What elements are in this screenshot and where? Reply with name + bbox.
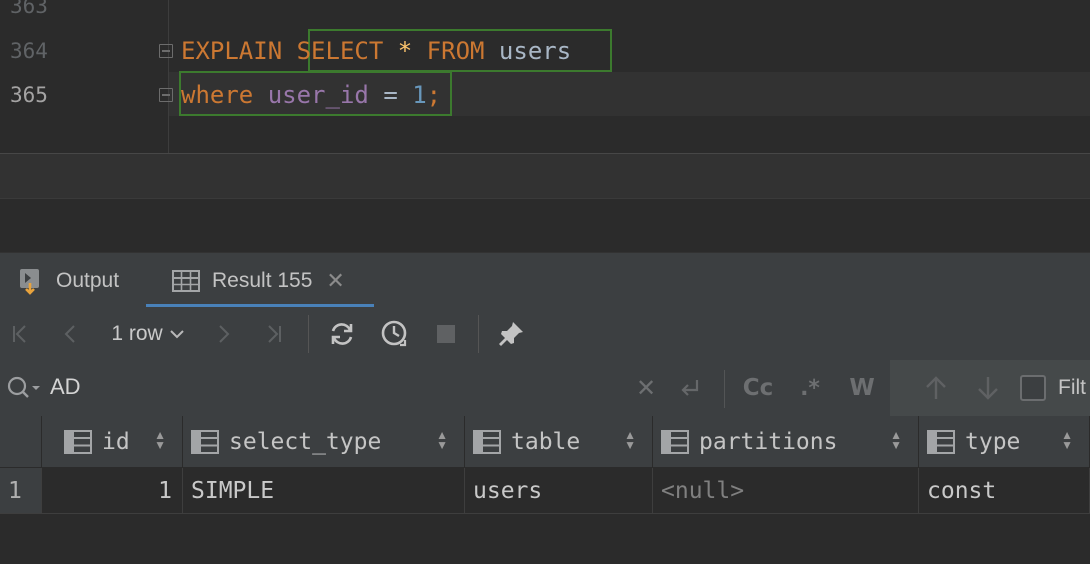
new-line-icon[interactable] <box>672 360 708 416</box>
sort-icon[interactable]: ▲ ▼ <box>154 429 166 451</box>
column-header-partitions[interactable]: partitions ▲ ▼ <box>653 416 919 468</box>
previous-occurrence-icon[interactable] <box>916 360 956 416</box>
column-header-id[interactable]: id ▲ ▼ <box>42 416 183 468</box>
row-number-header <box>0 416 42 468</box>
column-icon <box>473 429 501 454</box>
whole-word-toggle[interactable]: W <box>842 360 882 416</box>
tab-output[interactable]: Output <box>18 253 146 308</box>
keyword: EXPLAIN <box>181 37 283 65</box>
keyword: where <box>181 81 254 109</box>
table-grid-icon <box>172 269 200 292</box>
column-name: id <box>102 428 130 455</box>
fold-collapse-icon[interactable] <box>159 44 173 58</box>
table-cell-null[interactable]: <null> <box>653 468 919 514</box>
previous-page-icon[interactable] <box>56 307 84 360</box>
line-number: 364 <box>10 39 48 63</box>
keyword: SELECT <box>296 37 384 65</box>
operator: * <box>397 37 413 65</box>
column-name: select_type <box>229 428 382 455</box>
operator: = <box>383 81 398 109</box>
stop-icon[interactable] <box>432 307 460 360</box>
sort-icon[interactable]: ▲ ▼ <box>624 429 636 451</box>
refresh-icon[interactable] <box>326 307 358 360</box>
search-field-container: AD ✕ Cc .* W <box>0 360 890 416</box>
pin-tab-icon[interactable] <box>494 307 528 360</box>
output-console-icon <box>18 267 44 295</box>
fold-collapse-icon[interactable] <box>159 88 173 102</box>
table-cell[interactable]: 1 <box>42 468 183 514</box>
column-name: table <box>511 428 581 455</box>
sql-editor[interactable]: 363 364 365 EXPLAIN SELECT * FROM users … <box>0 0 1090 153</box>
history-clock-icon[interactable] <box>378 307 412 360</box>
table-cell[interactable]: SIMPLE <box>183 468 465 514</box>
last-page-icon[interactable] <box>260 307 288 360</box>
semicolon: ; <box>426 81 442 109</box>
next-page-icon[interactable] <box>210 307 238 360</box>
clear-search-icon[interactable]: ✕ <box>630 360 662 416</box>
chevron-down-icon <box>169 329 184 338</box>
close-icon[interactable]: ✕ <box>326 268 344 294</box>
line-number: 365 <box>10 83 48 107</box>
splitter-area[interactable] <box>0 198 1090 253</box>
filter-label: Filt <box>1058 376 1086 399</box>
search-bar: AD ✕ Cc .* W Filt <box>0 360 1090 417</box>
column-header-table[interactable]: table ▲ ▼ <box>465 416 653 468</box>
sort-icon[interactable]: ▲ ▼ <box>890 429 902 451</box>
result-grid[interactable]: id ▲ ▼ select_type ▲ ▼ table ▲ ▼ partitions… <box>0 416 1090 564</box>
results-toolbar: 1 row <box>0 307 1090 361</box>
code-line[interactable]: where user_id = 1; <box>181 75 441 115</box>
editor-gutter: 363 364 365 <box>0 0 169 153</box>
tab-label: Result 155 <box>212 268 313 292</box>
toolbar-separator <box>308 315 309 353</box>
keyword: FROM <box>426 37 485 65</box>
results-tab-bar: Output Result 155 ✕ <box>0 252 1090 309</box>
search-input[interactable]: AD <box>50 374 81 400</box>
column-identifier: user_id <box>267 81 369 109</box>
sort-icon[interactable]: ▲ ▼ <box>1061 429 1073 451</box>
number-literal: 1 <box>412 81 427 109</box>
column-icon <box>191 429 219 454</box>
tab-label: Output <box>56 268 120 292</box>
regex-toggle[interactable]: .* <box>792 360 828 416</box>
tab-result[interactable]: Result 155 ✕ <box>146 253 374 308</box>
first-page-icon[interactable] <box>6 307 34 360</box>
row-number[interactable]: 1 <box>0 468 42 514</box>
code-line[interactable]: EXPLAIN SELECT * FROM users <box>181 31 571 71</box>
column-icon <box>927 429 955 454</box>
sort-icon[interactable]: ▲ ▼ <box>436 429 448 451</box>
match-case-toggle[interactable]: Cc <box>738 360 778 416</box>
table-identifier: users <box>498 37 572 65</box>
column-icon <box>661 429 689 454</box>
filter-checkbox[interactable] <box>1018 360 1048 416</box>
line-number: 363 <box>10 0 48 18</box>
toolbar-separator <box>478 315 479 353</box>
search-separator <box>724 370 725 408</box>
table-cell[interactable]: const <box>919 468 1090 514</box>
row-count-label: 1 row <box>111 321 163 345</box>
column-name: type <box>965 428 1021 455</box>
next-occurrence-icon[interactable] <box>968 360 1008 416</box>
column-icon <box>64 429 92 454</box>
row-count-dropdown[interactable]: 1 row <box>104 307 192 360</box>
editor-bottom-band <box>0 153 1090 199</box>
search-icon[interactable] <box>4 360 44 416</box>
column-name: partitions <box>699 428 838 455</box>
table-cell[interactable]: users <box>465 468 653 514</box>
column-header-type[interactable]: type ▲ ▼ <box>919 416 1090 468</box>
column-header-select-type[interactable]: select_type ▲ ▼ <box>183 416 465 468</box>
